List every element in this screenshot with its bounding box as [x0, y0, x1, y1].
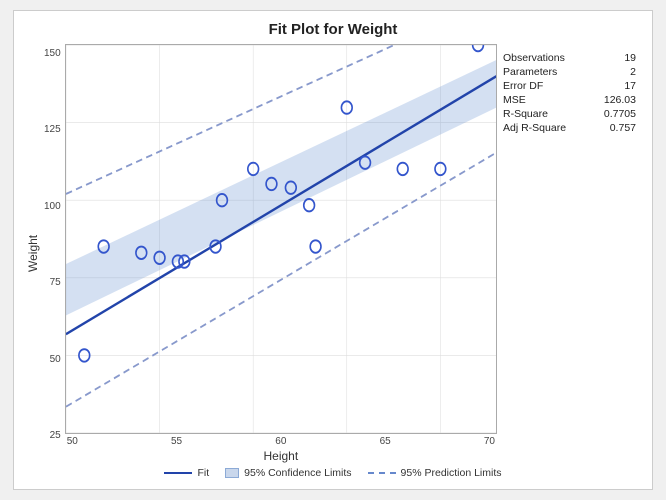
observations-value: 19: [624, 52, 636, 64]
legend-item-fit: Fit: [164, 467, 209, 479]
mse-label: MSE: [503, 94, 526, 106]
y-tick-25: 25: [50, 430, 61, 441]
legend-item-conf: 95% Confidence Limits: [225, 467, 351, 479]
stats-row-error-df: Error DF 17: [503, 80, 636, 92]
rsquare-label: R-Square: [503, 108, 548, 120]
stats-row-observations: Observations 19: [503, 52, 636, 64]
legend-pred-line: [368, 472, 396, 474]
legend: Fit 95% Confidence Limits 95% Prediction…: [164, 467, 501, 479]
x-tick-60: 60: [275, 436, 286, 447]
chart-container: Fit Plot for Weight Weight 150 125 100 7…: [13, 10, 653, 490]
adj-rsquare-value: 0.757: [610, 122, 636, 134]
legend-conf-label: 95% Confidence Limits: [244, 467, 351, 479]
x-tick-50: 50: [67, 436, 78, 447]
x-tick-55: 55: [171, 436, 182, 447]
chart-body: Weight 150 125 100 75 50 25: [24, 44, 642, 463]
stats-row-rsquare: R-Square 0.7705: [503, 108, 636, 120]
plot-column: 50 55 60 65 70 Height: [65, 44, 497, 463]
error-df-label: Error DF: [503, 80, 543, 92]
parameters-label: Parameters: [503, 66, 557, 78]
chart-title: Fit Plot for Weight: [269, 21, 398, 38]
y-axis-label: Weight: [24, 44, 42, 463]
y-axis-ticks: 150 125 100 75 50 25: [44, 44, 65, 463]
adj-rsquare-label: Adj R-Square: [503, 122, 566, 134]
legend-fit-label: Fit: [197, 467, 209, 479]
stats-row-mse: MSE 126.03: [503, 94, 636, 106]
stats-row-parameters: Parameters 2: [503, 66, 636, 78]
y-tick-100: 100: [44, 201, 61, 212]
y-tick-150: 150: [44, 48, 61, 59]
legend-conf-box: [225, 468, 239, 478]
plot-and-stats: 150 125 100 75 50 25: [44, 44, 642, 463]
stats-panel: Observations 19 Parameters 2 Error DF 17…: [497, 44, 642, 463]
stats-row-adj-rsquare: Adj R-Square 0.757: [503, 122, 636, 134]
plot-svg-container: [65, 44, 497, 434]
observations-label: Observations: [503, 52, 565, 64]
error-df-value: 17: [624, 80, 636, 92]
legend-pred-label: 95% Prediction Limits: [401, 467, 502, 479]
rsquare-value: 0.7705: [604, 108, 636, 120]
y-tick-50: 50: [50, 354, 61, 365]
y-tick-75: 75: [50, 277, 61, 288]
y-tick-125: 125: [44, 124, 61, 135]
x-axis-label: Height: [65, 449, 497, 463]
plot-area-wrapper: 150 125 100 75 50 25: [44, 44, 497, 463]
legend-item-pred: 95% Prediction Limits: [368, 467, 502, 479]
x-tick-65: 65: [380, 436, 391, 447]
x-axis-ticks: 50 55 60 65 70: [65, 434, 497, 447]
mse-value: 126.03: [604, 94, 636, 106]
parameters-value: 2: [630, 66, 636, 78]
x-tick-70: 70: [484, 436, 495, 447]
plot-svg: [66, 45, 496, 433]
legend-fit-line: [164, 472, 192, 474]
